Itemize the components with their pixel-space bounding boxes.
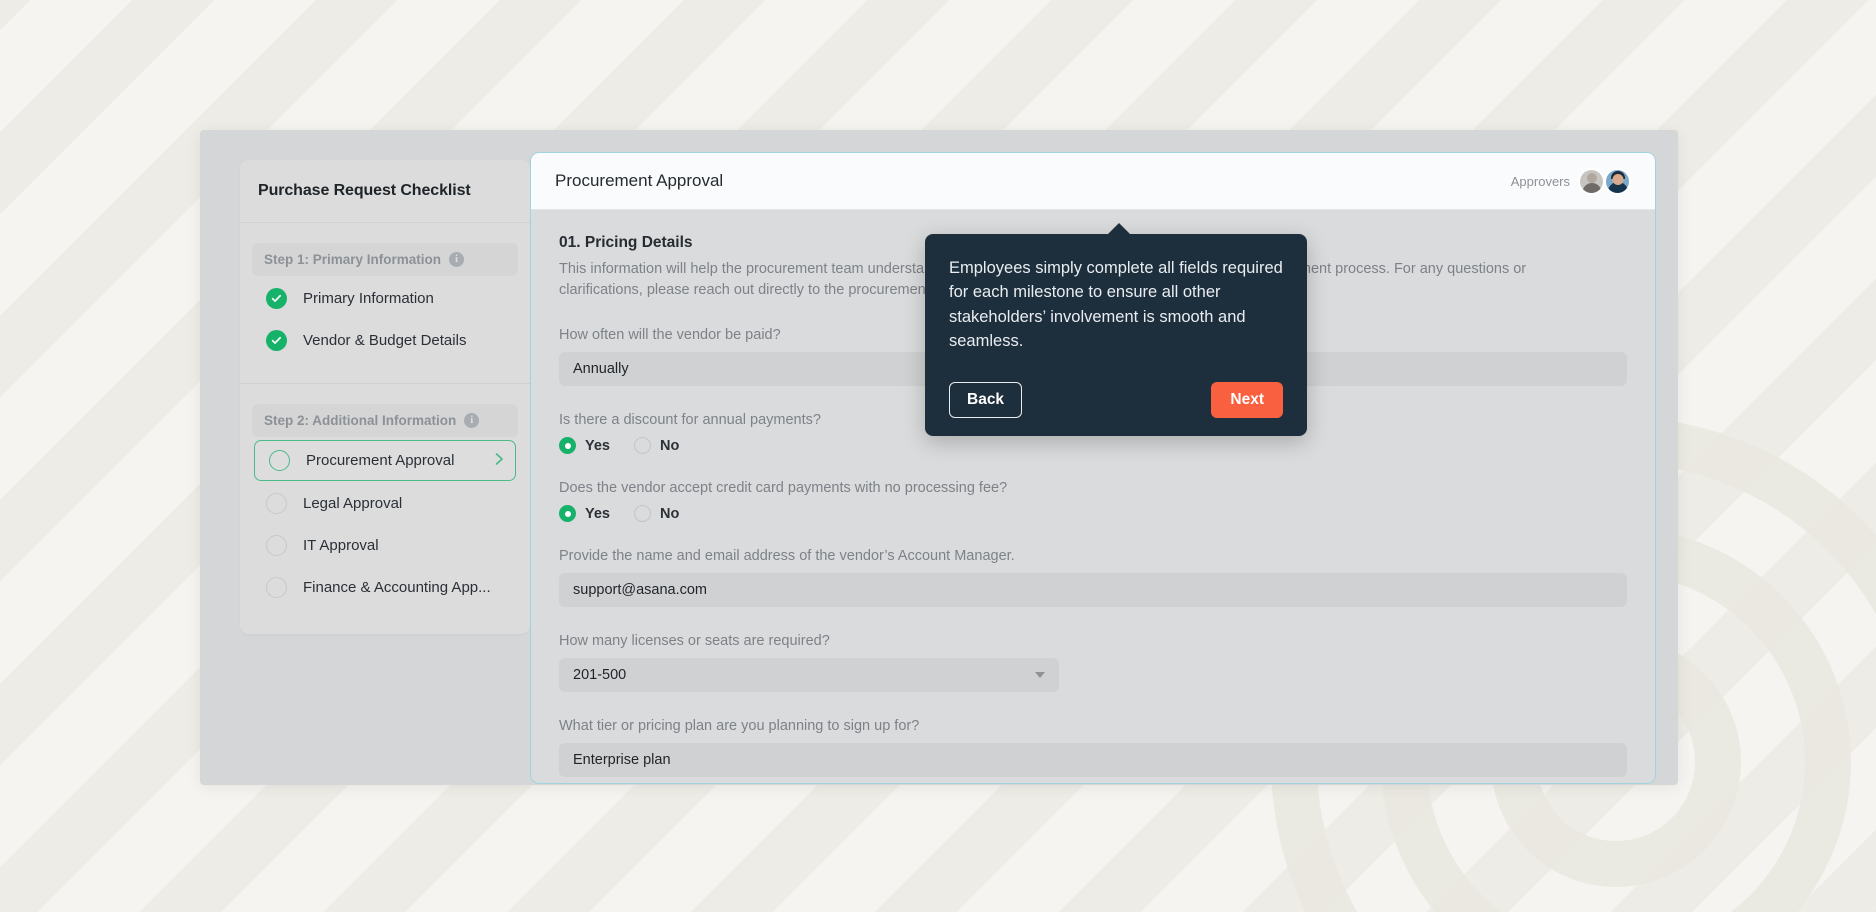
sidebar-item-procurement-approval[interactable]: Procurement Approval [254, 440, 516, 481]
empty-circle-icon [266, 493, 287, 514]
radio-empty-icon [634, 505, 651, 523]
radio-label: No [660, 437, 680, 454]
app-window: Purchase Request Checklist Step 1: Prima… [200, 130, 1678, 785]
chevron-right-icon [495, 452, 504, 469]
sidebar-item-legal-approval[interactable]: Legal Approval [252, 484, 518, 523]
empty-circle-icon [266, 535, 287, 556]
check-circle-icon [266, 330, 287, 351]
radio-empty-icon [634, 437, 651, 455]
sidebar-title: Purchase Request Checklist [240, 160, 530, 223]
question-label-account-manager: Provide the name and email address of th… [559, 548, 1015, 565]
account-manager-input[interactable]: support@asana.com [559, 573, 1627, 608]
credit-card-radio-group[interactable]: Yes No [559, 505, 1627, 523]
sidebar-item-label: Procurement Approval [306, 452, 455, 469]
radio-label: No [660, 505, 680, 522]
approvers-group[interactable]: Approvers [1510, 167, 1631, 195]
license-count-select[interactable]: 201-500 [559, 658, 1059, 693]
question-label-license-count: How many licenses or seats are required? [559, 633, 830, 650]
radio-option-yes[interactable]: Yes [559, 437, 620, 455]
sidebar-item-it-approval[interactable]: IT Approval [252, 526, 518, 565]
annual-discount-radio-group[interactable]: Yes No [559, 437, 1627, 455]
tooltip-actions: Back Next [949, 381, 1283, 418]
pricing-tier-input[interactable]: Enterprise plan [559, 743, 1627, 778]
panel-header: Procurement Approval Approvers [531, 153, 1655, 210]
sidebar-item-label: Vendor & Budget Details [303, 332, 467, 349]
checklist-sidebar: Purchase Request Checklist Step 1: Prima… [240, 160, 530, 634]
account-manager-value: support@asana.com [573, 582, 708, 599]
main-container: Procurement Approval Approvers 01. Prici… [530, 130, 1678, 785]
sidebar-item-label: Legal Approval [303, 495, 403, 512]
empty-circle-icon [269, 450, 290, 471]
tooltip-text: Employees simply complete all fields req… [949, 259, 1283, 351]
info-icon[interactable]: i [449, 252, 465, 267]
sidebar-item-label: Finance & Accounting App... [303, 579, 491, 596]
radio-selected-icon [559, 437, 576, 455]
payment-frequency-value: Annually [573, 361, 629, 378]
chevron-down-icon [1035, 672, 1045, 679]
sidebar-item-vendor-budget-details[interactable]: Vendor & Budget Details [252, 321, 518, 360]
sidebar-item-primary-information[interactable]: Primary Information [252, 279, 518, 318]
question-label-pricing-tier: What tier or pricing plan are you planni… [559, 718, 920, 735]
info-icon[interactable]: i [464, 413, 480, 428]
approvers-label: Approvers [1510, 173, 1570, 189]
step-header-2-label: Step 2: Additional Information [264, 413, 457, 428]
radio-option-no[interactable]: No [634, 505, 680, 523]
avatar[interactable] [1604, 167, 1631, 195]
radio-selected-icon [559, 505, 576, 523]
pricing-tier-value: Enterprise plan [573, 752, 671, 769]
radio-option-yes[interactable]: Yes [559, 505, 620, 523]
sidebar-group-step1: Step 1: Primary Information i Primary In… [240, 223, 530, 367]
sidebar-item-finance-accounting-approval[interactable]: Finance & Accounting App... [252, 568, 518, 607]
radio-label: Yes [585, 437, 610, 454]
back-button[interactable]: Back [949, 381, 1023, 418]
step-header-1-label: Step 1: Primary Information [264, 252, 442, 267]
radio-option-no[interactable]: No [634, 437, 680, 455]
sidebar-group-step2: Step 2: Additional Information i Procure… [240, 384, 530, 614]
step-header-2: Step 2: Additional Information i [252, 404, 518, 437]
sidebar-container: Purchase Request Checklist Step 1: Prima… [200, 130, 530, 785]
license-count-value: 201-500 [573, 667, 627, 684]
step-header-1: Step 1: Primary Information i [252, 243, 518, 276]
page-title: Procurement Approval [555, 171, 724, 190]
empty-circle-icon [266, 577, 287, 598]
onboarding-tooltip: Employees simply complete all fields req… [925, 223, 1307, 436]
question-label-credit-card: Does the vendor accept credit card payme… [559, 480, 1008, 497]
radio-label: Yes [585, 505, 610, 522]
page-root: Purchase Request Checklist Step 1: Prima… [0, 0, 1876, 912]
next-button[interactable]: Next [1211, 381, 1283, 418]
sidebar-item-label: IT Approval [303, 537, 379, 554]
sidebar-item-label: Primary Information [303, 290, 434, 307]
avatar[interactable] [1578, 167, 1605, 195]
check-circle-icon [266, 288, 287, 309]
